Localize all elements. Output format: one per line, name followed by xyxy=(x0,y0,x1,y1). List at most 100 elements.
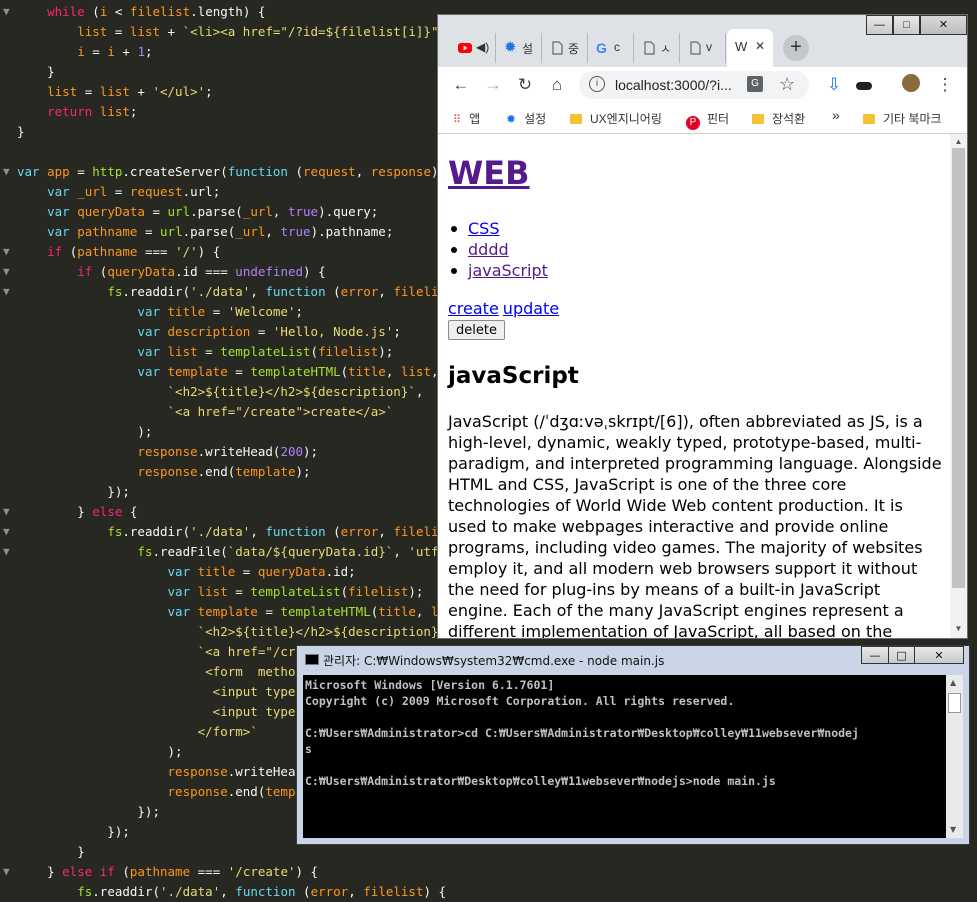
fold-icon[interactable]: ▼ xyxy=(3,282,13,302)
bookmark-folder[interactable]: 장석환 xyxy=(752,110,805,127)
scroll-up-icon[interactable]: ▲ xyxy=(950,678,956,687)
console-line: Copyright (c) 2009 Microsoft Corporation… xyxy=(305,694,735,708)
code-text: var list = templateList(filelist); xyxy=(137,344,394,359)
tab-youtube[interactable]: ◀) xyxy=(450,33,496,63)
tab-active[interactable]: W ✕ xyxy=(727,29,773,67)
console-output[interactable]: Microsoft Windows [Version 6.1.7601] Copy… xyxy=(303,675,946,838)
scroll-down-icon[interactable]: ▼ xyxy=(950,825,956,834)
minimize-button[interactable]: — xyxy=(861,646,889,664)
speaker-icon: ◀) xyxy=(476,40,490,54)
tab-settings[interactable]: ✹ 설 xyxy=(496,33,542,63)
star-icon[interactable]: ☆ xyxy=(779,74,795,95)
fold-icon[interactable]: ▼ xyxy=(3,162,13,182)
bookmark-pinterest[interactable]: P 핀터 xyxy=(686,110,729,130)
code-text: var template = templateHTML(title, list, xyxy=(137,364,439,379)
bookmark-settings[interactable]: ✹ 설정 xyxy=(506,110,546,127)
console-scrollbar[interactable]: ▲ ▼ xyxy=(946,675,963,838)
home-icon[interactable]: ⌂ xyxy=(546,74,568,96)
file-link-javascript[interactable]: javaScript xyxy=(468,261,548,280)
tab-title: 중 xyxy=(568,42,580,56)
code-text: if (pathname === '/') { xyxy=(47,244,221,259)
code-text: } xyxy=(17,124,25,139)
delete-button[interactable]: delete xyxy=(448,320,505,340)
code-text: response.writeHead(200); xyxy=(137,444,319,459)
page-icon xyxy=(644,41,655,55)
minimize-button[interactable]: — xyxy=(866,15,893,35)
folder-icon xyxy=(752,114,764,124)
file-link-dddd[interactable]: dddd xyxy=(468,240,509,259)
extension-icon[interactable] xyxy=(853,74,875,96)
scroll-down-icon[interactable]: ▼ xyxy=(953,624,964,635)
close-window-button[interactable]: ✕ xyxy=(920,15,967,35)
code-text: `<h2>${title}</h2>${description}`, xyxy=(167,384,424,399)
tab-page-1[interactable]: 중 xyxy=(542,33,588,63)
tab-page-3[interactable]: v xyxy=(680,33,726,63)
tab-title: c xyxy=(614,40,620,54)
address-bar[interactable]: i localhost:3000/?i... G ☆ xyxy=(579,71,809,99)
create-link[interactable]: create xyxy=(448,299,499,318)
page-icon xyxy=(690,41,701,55)
fold-icon[interactable]: ▼ xyxy=(3,502,13,522)
code-text: var title = 'Welcome'; xyxy=(137,304,304,319)
tab-google[interactable]: G c xyxy=(588,33,634,63)
close-icon[interactable]: ✕ xyxy=(755,39,765,53)
menu-icon[interactable]: ⋮ xyxy=(934,74,956,96)
bookmark-other[interactable]: 기타 북마크 xyxy=(863,110,942,127)
fold-icon[interactable]: ▼ xyxy=(3,242,13,262)
bookmark-ux[interactable]: UX엔지니어링 xyxy=(570,110,662,127)
cmd-title: 관리자: C:₩Windows₩system32₩cmd.exe - node … xyxy=(323,654,665,668)
cmd-icon xyxy=(305,654,319,665)
avatar[interactable] xyxy=(900,74,922,96)
info-icon[interactable]: i xyxy=(589,76,605,92)
reload-icon[interactable]: ↻ xyxy=(514,74,536,96)
bookmark-apps[interactable]: ⠿ 앱 xyxy=(453,110,480,127)
browser-window: ◀) ✹ 설 중 G c ㅅ v W ✕ + — □ ✕ ← → ↻ ⌂ i l… xyxy=(437,14,968,639)
tab-title: v xyxy=(706,40,712,54)
bookmark-label: UX엔지니어링 xyxy=(590,112,662,126)
list-item: dddd xyxy=(451,239,548,260)
code-text: var template = templateHTML(title, list, xyxy=(167,604,469,619)
forward-icon[interactable]: → xyxy=(482,74,504,96)
fold-icon[interactable]: ▼ xyxy=(3,262,13,282)
scroll-up-icon[interactable]: ▲ xyxy=(953,137,964,148)
page-title[interactable]: WEB xyxy=(448,154,530,192)
fold-icon[interactable]: ▼ xyxy=(3,542,13,562)
page-viewport[interactable]: WEB CSS dddd javaScript create update del… xyxy=(438,134,950,638)
tab-page-2[interactable]: ㅅ xyxy=(634,33,680,63)
bookmarks-overflow-button[interactable]: » xyxy=(832,107,840,123)
fold-icon[interactable]: ▼ xyxy=(3,2,13,22)
apps-icon: ⠿ xyxy=(453,114,462,126)
new-tab-button[interactable]: + xyxy=(783,35,809,61)
maximize-button[interactable]: □ xyxy=(888,646,915,664)
fold-icon[interactable]: ▼ xyxy=(3,522,13,542)
scroll-thumb[interactable] xyxy=(952,148,965,588)
code-text: } else { xyxy=(17,504,138,519)
bookmark-label: 앱 xyxy=(469,112,481,126)
bookmark-label: 기타 북마크 xyxy=(883,112,942,126)
translate-icon[interactable]: G xyxy=(747,76,763,92)
folder-icon xyxy=(863,114,875,124)
console-line: s xyxy=(305,742,312,756)
scroll-thumb[interactable] xyxy=(948,693,961,713)
page-icon xyxy=(552,41,563,55)
download-icon[interactable]: ⇩ xyxy=(823,74,845,96)
close-window-button[interactable]: ✕ xyxy=(914,646,964,664)
youtube-icon xyxy=(458,43,472,53)
code-text: }); xyxy=(17,824,130,839)
bookmarks-bar: ⠿ 앱 ✹ 설정 UX엔지니어링 P 핀터 장석환 » 기타 북마크 xyxy=(438,103,967,134)
code-text: </form>` xyxy=(197,724,258,739)
code-text: fs.readdir('./data', function (error, fi… xyxy=(107,284,476,299)
back-icon[interactable]: ← xyxy=(450,74,472,96)
bookmark-label: 설정 xyxy=(524,112,547,126)
update-link[interactable]: update xyxy=(503,299,559,318)
code-text: return list; xyxy=(47,104,138,119)
fold-icon[interactable]: ▼ xyxy=(3,862,13,882)
tab-strip: ◀) ✹ 설 중 G c ㅅ v W ✕ + — □ ✕ xyxy=(438,15,967,67)
code-text: fs.readdir('./data', function (error, fi… xyxy=(77,884,447,899)
file-link-css[interactable]: CSS xyxy=(468,219,499,238)
console-line: C:₩Users₩Administrator>cd C:₩Users₩Admin… xyxy=(305,726,859,740)
page-scrollbar[interactable]: ▲ ▼ xyxy=(950,134,967,638)
code-text: var app = http.createServer(function (re… xyxy=(17,164,454,179)
maximize-button[interactable]: □ xyxy=(893,15,920,35)
code-text: `<h2>${title}</h2>${description}`, xyxy=(197,624,454,639)
